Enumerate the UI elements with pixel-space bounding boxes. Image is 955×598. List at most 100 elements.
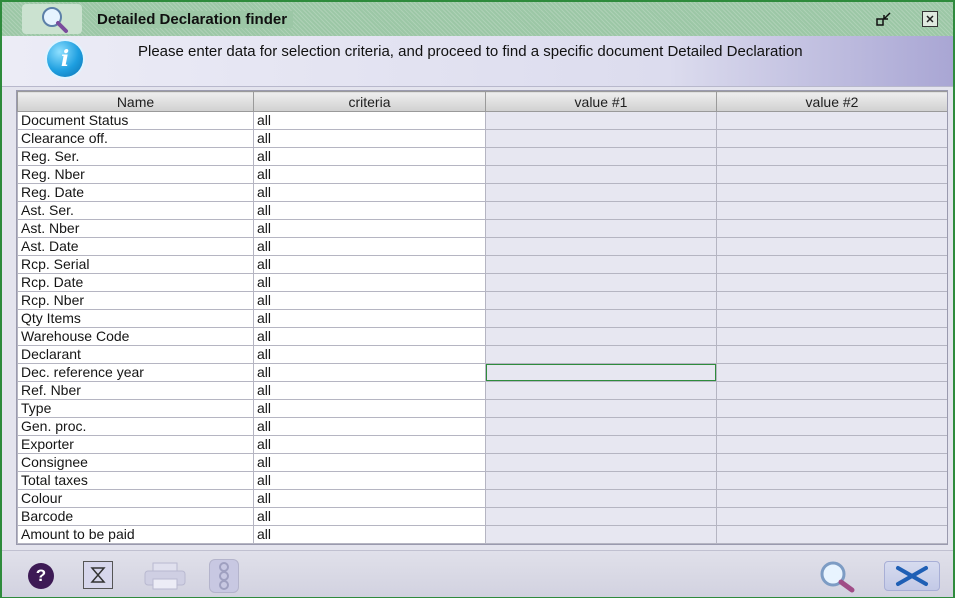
- cell-value2[interactable]: [716, 453, 947, 472]
- cell-value1[interactable]: [485, 219, 717, 238]
- table-row[interactable]: Gen. proc. all: [17, 417, 947, 436]
- table-row[interactable]: Total taxes all: [17, 471, 947, 490]
- cell-value1[interactable]: [485, 129, 717, 148]
- cell-criteria[interactable]: all: [253, 435, 486, 454]
- cell-criteria[interactable]: all: [253, 183, 486, 202]
- cell-criteria[interactable]: all: [253, 291, 486, 310]
- cell-criteria[interactable]: all: [253, 273, 486, 292]
- cell-criteria[interactable]: all: [253, 129, 486, 148]
- cell-value1[interactable]: [485, 525, 717, 544]
- cell-criteria[interactable]: all: [253, 417, 486, 436]
- clear-criteria-button[interactable]: [83, 561, 113, 589]
- table-row[interactable]: Ast. Nber all: [17, 219, 947, 238]
- table-row[interactable]: Rcp. Nber all: [17, 291, 947, 310]
- cell-value1[interactable]: [485, 435, 717, 454]
- column-header-value2[interactable]: value #2: [716, 91, 947, 112]
- table-row[interactable]: Rcp. Serial all: [17, 255, 947, 274]
- cell-value2[interactable]: [716, 417, 947, 436]
- cell-value1[interactable]: [485, 201, 717, 220]
- cell-value2[interactable]: [716, 129, 947, 148]
- column-header-value1[interactable]: value #1: [485, 91, 717, 112]
- cell-value2[interactable]: [716, 165, 947, 184]
- cell-value2[interactable]: [716, 309, 947, 328]
- cell-value2[interactable]: [716, 273, 947, 292]
- cell-value1[interactable]: [485, 345, 717, 364]
- cell-value2[interactable]: [716, 255, 947, 274]
- cell-criteria[interactable]: all: [253, 399, 486, 418]
- cell-criteria[interactable]: all: [253, 471, 486, 490]
- cell-value1[interactable]: [485, 237, 717, 256]
- cell-criteria[interactable]: all: [253, 309, 486, 328]
- cell-criteria[interactable]: all: [253, 201, 486, 220]
- table-row[interactable]: Qty Items all: [17, 309, 947, 328]
- cell-value1[interactable]: [485, 453, 717, 472]
- column-header-criteria[interactable]: criteria: [253, 91, 486, 112]
- table-row[interactable]: Ast. Date all: [17, 237, 947, 256]
- cell-value2[interactable]: [716, 147, 947, 166]
- cell-value1[interactable]: [485, 363, 717, 382]
- print-button[interactable]: [142, 561, 188, 591]
- cell-value1[interactable]: [485, 471, 717, 490]
- cell-value1[interactable]: [485, 309, 717, 328]
- table-row[interactable]: Reg. Date all: [17, 183, 947, 202]
- table-row[interactable]: Dec. reference year all: [17, 363, 947, 382]
- close-window-button[interactable]: ✕: [922, 11, 938, 27]
- cell-value2[interactable]: [716, 399, 947, 418]
- table-row[interactable]: Clearance off. all: [17, 129, 947, 148]
- cell-value2[interactable]: [716, 525, 947, 544]
- table-row[interactable]: Type all: [17, 399, 947, 418]
- cell-criteria[interactable]: all: [253, 165, 486, 184]
- cell-value2[interactable]: [716, 507, 947, 526]
- cell-value2[interactable]: [716, 219, 947, 238]
- cell-criteria[interactable]: all: [253, 345, 486, 364]
- cell-value1[interactable]: [485, 507, 717, 526]
- cell-criteria[interactable]: all: [253, 237, 486, 256]
- cell-value2[interactable]: [716, 363, 947, 382]
- cell-value1[interactable]: [485, 165, 717, 184]
- find-button[interactable]: [812, 559, 862, 593]
- table-row[interactable]: Exporter all: [17, 435, 947, 454]
- table-row[interactable]: Ref. Nber all: [17, 381, 947, 400]
- table-row[interactable]: Document Status all: [17, 111, 947, 130]
- cell-value2[interactable]: [716, 237, 947, 256]
- cell-value1[interactable]: [485, 183, 717, 202]
- cell-value2[interactable]: [716, 345, 947, 364]
- cell-value1[interactable]: [485, 111, 717, 130]
- cell-value1[interactable]: [485, 291, 717, 310]
- cell-value2[interactable]: [716, 381, 947, 400]
- table-row[interactable]: Reg. Ser. all: [17, 147, 947, 166]
- cell-criteria[interactable]: all: [253, 363, 486, 382]
- cell-criteria[interactable]: all: [253, 453, 486, 472]
- cell-value1[interactable]: [485, 255, 717, 274]
- cell-criteria[interactable]: all: [253, 507, 486, 526]
- traffic-light-icon[interactable]: [209, 559, 239, 593]
- table-row[interactable]: Rcp. Date all: [17, 273, 947, 292]
- cell-value1[interactable]: [485, 273, 717, 292]
- cell-value1[interactable]: [485, 381, 717, 400]
- restore-icon[interactable]: [875, 10, 893, 28]
- cell-value2[interactable]: [716, 183, 947, 202]
- table-row[interactable]: Declarant all: [17, 345, 947, 364]
- cell-value2[interactable]: [716, 291, 947, 310]
- cell-criteria[interactable]: all: [253, 489, 486, 508]
- cell-criteria[interactable]: all: [253, 255, 486, 274]
- table-row[interactable]: Warehouse Code all: [17, 327, 947, 346]
- titlebar[interactable]: Detailed Declaration finder ✕: [2, 2, 953, 36]
- table-row[interactable]: Reg. Nber all: [17, 165, 947, 184]
- cell-value2[interactable]: [716, 435, 947, 454]
- cell-value1[interactable]: [485, 327, 717, 346]
- cell-value1[interactable]: [485, 147, 717, 166]
- cell-value2[interactable]: [716, 201, 947, 220]
- table-row[interactable]: Amount to be paid all: [17, 525, 947, 544]
- cell-criteria[interactable]: all: [253, 147, 486, 166]
- cell-value2[interactable]: [716, 111, 947, 130]
- cell-criteria[interactable]: all: [253, 381, 486, 400]
- cell-value1[interactable]: [485, 399, 717, 418]
- table-row[interactable]: Barcode all: [17, 507, 947, 526]
- cell-criteria[interactable]: all: [253, 327, 486, 346]
- cell-value2[interactable]: [716, 471, 947, 490]
- cell-criteria[interactable]: all: [253, 111, 486, 130]
- cell-value1[interactable]: [485, 417, 717, 436]
- help-button[interactable]: ?: [28, 563, 54, 589]
- cell-value2[interactable]: [716, 489, 947, 508]
